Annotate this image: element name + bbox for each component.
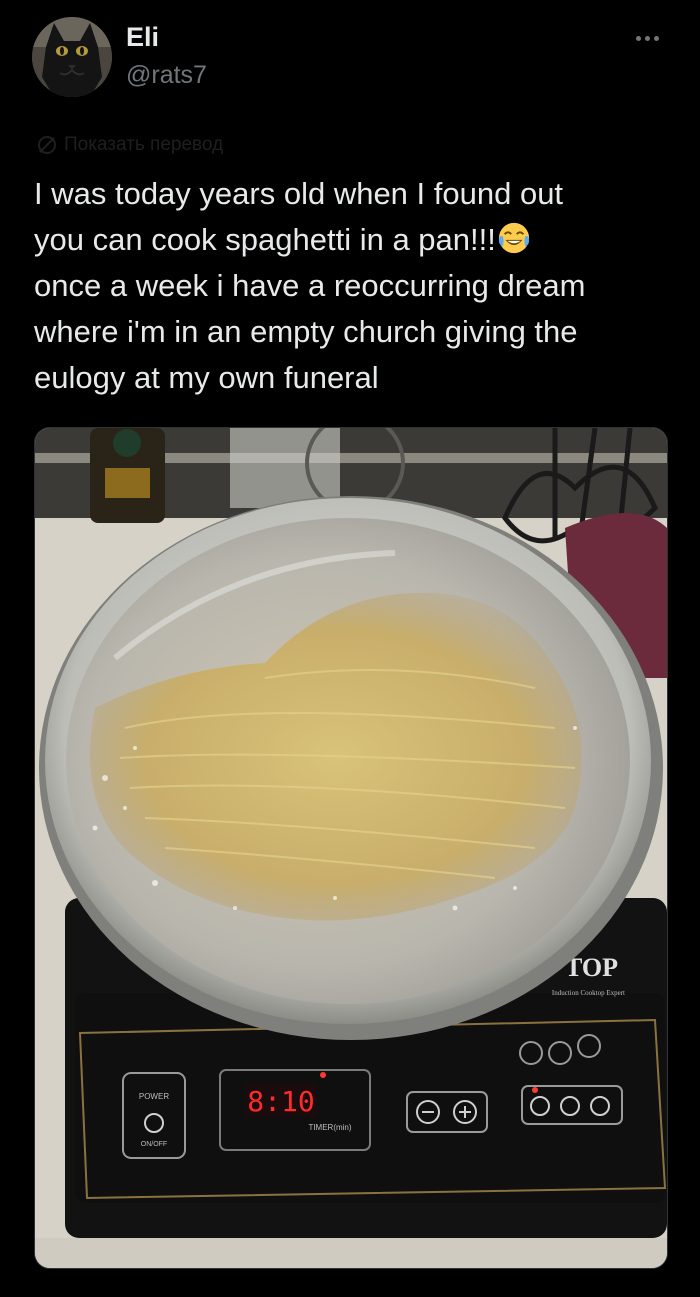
tweet-text-line-with-emoji: you can cook spaghetti in a pan!!! xyxy=(34,217,654,263)
tweet-text-line: you can cook spaghetti in a pan!!! xyxy=(34,222,496,257)
tweet-text-line: I was today years old when I found out xyxy=(34,176,564,211)
show-translation-label: Показать перевод xyxy=(64,134,224,155)
globe-slash-icon xyxy=(38,136,56,154)
cat-avatar-image xyxy=(32,17,112,97)
tweet-text-line: once a week i have a reoccurring dream xyxy=(34,268,586,303)
author-handle[interactable]: @rats7 xyxy=(126,61,207,90)
pan xyxy=(39,496,663,1040)
spaghetti-pan-photo: POWER ON/OFF 8:10 TIMER(min) TOP Inducti… xyxy=(35,428,667,1268)
more-options-icon[interactable] xyxy=(627,22,667,54)
avatar[interactable] xyxy=(32,17,112,97)
onoff-label: ON/OFF xyxy=(141,1141,167,1148)
tweet-text: I was today years old when I found out y… xyxy=(34,171,654,401)
cooktop-display: 8:10 xyxy=(247,1085,314,1118)
tweet-text-line: eulogy at my own funeral xyxy=(34,360,379,395)
tweet-photo[interactable]: POWER ON/OFF 8:10 TIMER(min) TOP Inducti… xyxy=(34,427,668,1269)
power-label: POWER xyxy=(139,1092,169,1101)
cooktop-tagline: Induction Cooktop Expert xyxy=(552,989,625,997)
tweet-text-line: where i'm in an empty church giving the xyxy=(34,314,578,349)
face-with-tears-of-joy-icon xyxy=(498,222,529,254)
timer-label: TIMER(min) xyxy=(308,1123,351,1132)
author-name[interactable]: Eli xyxy=(126,22,159,53)
show-translation-link[interactable]: Показать перевод xyxy=(36,134,223,156)
